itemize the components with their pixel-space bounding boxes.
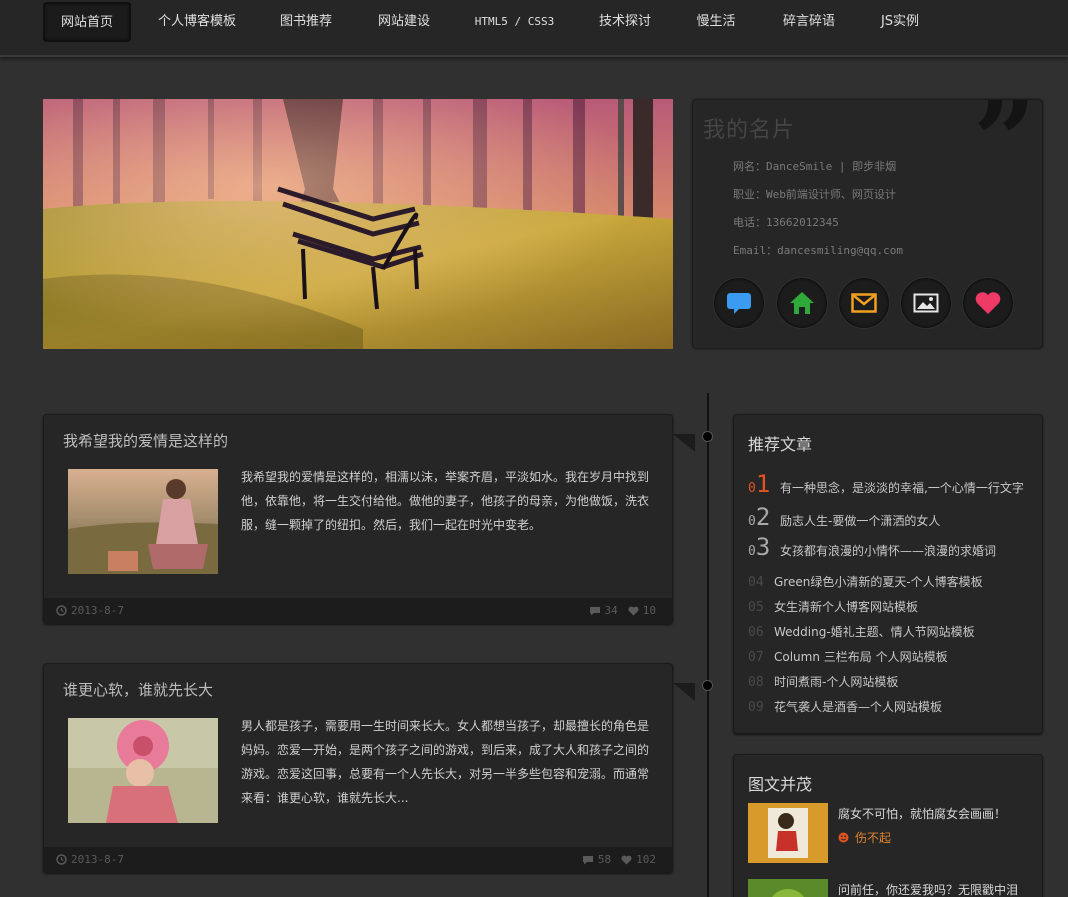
profile-phone: 电话：13662012345 — [733, 216, 839, 229]
recommend-item[interactable]: 09 花气袭人是酒香—个人网站模板 — [748, 698, 942, 715]
nav-item-js-examples[interactable]: JS实例 — [866, 2, 934, 42]
recommend-item-label: Green绿色小清新的夏天-个人博客模板 — [774, 575, 983, 589]
gallery-button[interactable] — [900, 277, 952, 329]
recommend-title: 推荐文章 — [748, 435, 813, 454]
nav-item-blog-templates[interactable]: 个人博客模板 — [148, 2, 246, 42]
nav-item-slow-life[interactable]: 慢生活 — [682, 2, 750, 42]
gallery-item-title[interactable]: 问前任，你还爱我吗？无限戳中泪 — [838, 881, 1018, 897]
home-icon — [790, 292, 814, 314]
article-excerpt: 男人都是孩子，需要用一生时间来长大。女人都想当孩子，却最擅长的角色是妈妈。恋爱一… — [241, 719, 650, 805]
recommend-item[interactable]: 08 时间煮雨-个人网站模板 — [748, 673, 898, 690]
chat-button[interactable] — [713, 277, 765, 329]
quote-mark-icon: ” — [973, 99, 1037, 205]
clock-icon — [56, 854, 67, 865]
article-footer: 2013-8-7 34 10 — [44, 598, 672, 623]
comment-count[interactable]: 58 — [598, 853, 611, 866]
mail-icon — [851, 293, 877, 313]
article-card: 谁更心软，谁就先长大 男人都是孩子，需要用一生时间来长大。女人都想当孩子，却最擅… — [43, 663, 673, 873]
recommend-item-label: 女孩都有浪漫的小情怀——浪漫的求婚词 — [780, 544, 997, 558]
article-date: 2013-8-7 — [71, 853, 124, 866]
nav-item-notes[interactable]: 碎言碎语 — [770, 2, 848, 42]
recommend-item-label: 女生清新个人博客网站模板 — [774, 600, 919, 614]
nav-item-web-building[interactable]: 网站建设 — [364, 2, 444, 42]
gallery-item-author: 伤不起 — [838, 829, 891, 846]
article-excerpt: 我希望我的爱情是这样的，相濡以沫，举案齐眉，平淡如水。我在岁月中找到他，依靠他，… — [241, 470, 650, 532]
like-icon — [628, 606, 639, 615]
recommend-item-label: Column 三栏布局 个人网站模板 — [774, 650, 948, 664]
article-thumbnail[interactable] — [68, 469, 218, 574]
timeline-pointer — [673, 434, 695, 452]
like-count[interactable]: 10 — [643, 604, 656, 617]
timeline-dot — [702, 431, 713, 442]
nav-item-html5-css3[interactable]: HTML5 / CSS3 — [462, 2, 567, 42]
smiley-icon — [838, 832, 849, 843]
recommend-item[interactable]: 07 Column 三栏布局 个人网站模板 — [748, 648, 948, 665]
recommend-item-label: 有一种思念，是淡淡的幸福,一个心情一行文字 — [780, 481, 1024, 495]
gallery-thumbnail[interactable] — [748, 879, 828, 897]
article-footer: 2013-8-7 58 102 — [44, 847, 672, 872]
heart-button[interactable] — [962, 277, 1014, 329]
banner-image — [43, 99, 673, 349]
nav-item-home[interactable]: 网站首页 — [43, 2, 131, 42]
timeline-pointer — [673, 683, 695, 701]
clock-icon — [56, 605, 67, 616]
gallery-thumbnail[interactable] — [748, 803, 828, 863]
comment-icon — [589, 606, 600, 615]
recommend-item[interactable]: 02 励志人生-要做一个潇洒的女人 — [748, 503, 940, 531]
recommend-item-label: 时间煮雨-个人网站模板 — [774, 675, 899, 689]
recommend-item[interactable]: 05 女生清新个人博客网站模板 — [748, 598, 918, 615]
gallery-box: 图文并茂 腐女不可怕，就怕腐女会画画！ 伤不起 问前任，你还爱我吗？无限戳中泪 — [733, 754, 1043, 897]
profile-card: ” 我的名片 网名：DanceSmile | 即步非烟 职业：Web前端设计师、… — [692, 99, 1043, 349]
like-count[interactable]: 102 — [636, 853, 656, 866]
gallery-icon — [913, 293, 939, 313]
comment-icon — [582, 855, 593, 864]
nav-item-tech[interactable]: 技术探讨 — [586, 2, 664, 42]
recommend-item-label: 花气袭人是酒香—个人网站模板 — [774, 700, 943, 714]
recommend-item[interactable]: 03 女孩都有浪漫的小情怀——浪漫的求婚词 — [748, 533, 996, 561]
comment-count[interactable]: 34 — [605, 604, 618, 617]
article-card: 我希望我的爱情是这样的 我希望我的爱情是这样的，相濡以沫，举案齐眉，平淡如水。我… — [43, 414, 673, 624]
article-thumbnail[interactable] — [68, 718, 218, 823]
article-title[interactable]: 我希望我的爱情是这样的 — [63, 430, 228, 451]
gallery-item-title[interactable]: 腐女不可怕，就怕腐女会画画！ — [838, 805, 1006, 822]
card-title: 我的名片 — [703, 118, 796, 143]
article-date: 2013-8-7 — [71, 604, 124, 617]
profile-job: 职业：Web前端设计师、网页设计 — [733, 188, 896, 201]
top-nav: 网站首页 个人博客模板 图书推荐 网站建设 HTML5 / CSS3 技术探讨 … — [0, 0, 1068, 57]
recommend-item-label: Wedding-婚礼主题、情人节网站模板 — [774, 625, 975, 639]
mail-button[interactable] — [838, 277, 890, 329]
recommend-item[interactable]: 01 有一种思念，是淡淡的幸福,一个心情一行文字 — [748, 470, 1024, 498]
timeline-dot — [702, 680, 713, 691]
chat-icon — [727, 293, 751, 314]
recommend-box: 推荐文章 01 有一种思念，是淡淡的幸福,一个心情一行文字 02 励志人生-要做… — [733, 414, 1043, 734]
like-icon — [621, 855, 632, 864]
recommend-item[interactable]: 06 Wedding-婚礼主题、情人节网站模板 — [748, 623, 975, 640]
recommend-item-label: 励志人生-要做一个潇洒的女人 — [780, 514, 941, 528]
recommend-item[interactable]: 04 Green绿色小清新的夏天-个人博客模板 — [748, 573, 983, 590]
profile-email: Email：dancesmiling@qq.com — [733, 244, 903, 257]
timeline-line — [707, 393, 709, 897]
nav-item-books[interactable]: 图书推荐 — [266, 2, 346, 42]
profile-nickname: 网名：DanceSmile | 即步非烟 — [733, 160, 897, 173]
article-title[interactable]: 谁更心软，谁就先长大 — [63, 679, 213, 700]
home-button[interactable] — [776, 277, 828, 329]
gallery-title: 图文并茂 — [748, 775, 813, 794]
heart-icon — [975, 292, 1001, 314]
